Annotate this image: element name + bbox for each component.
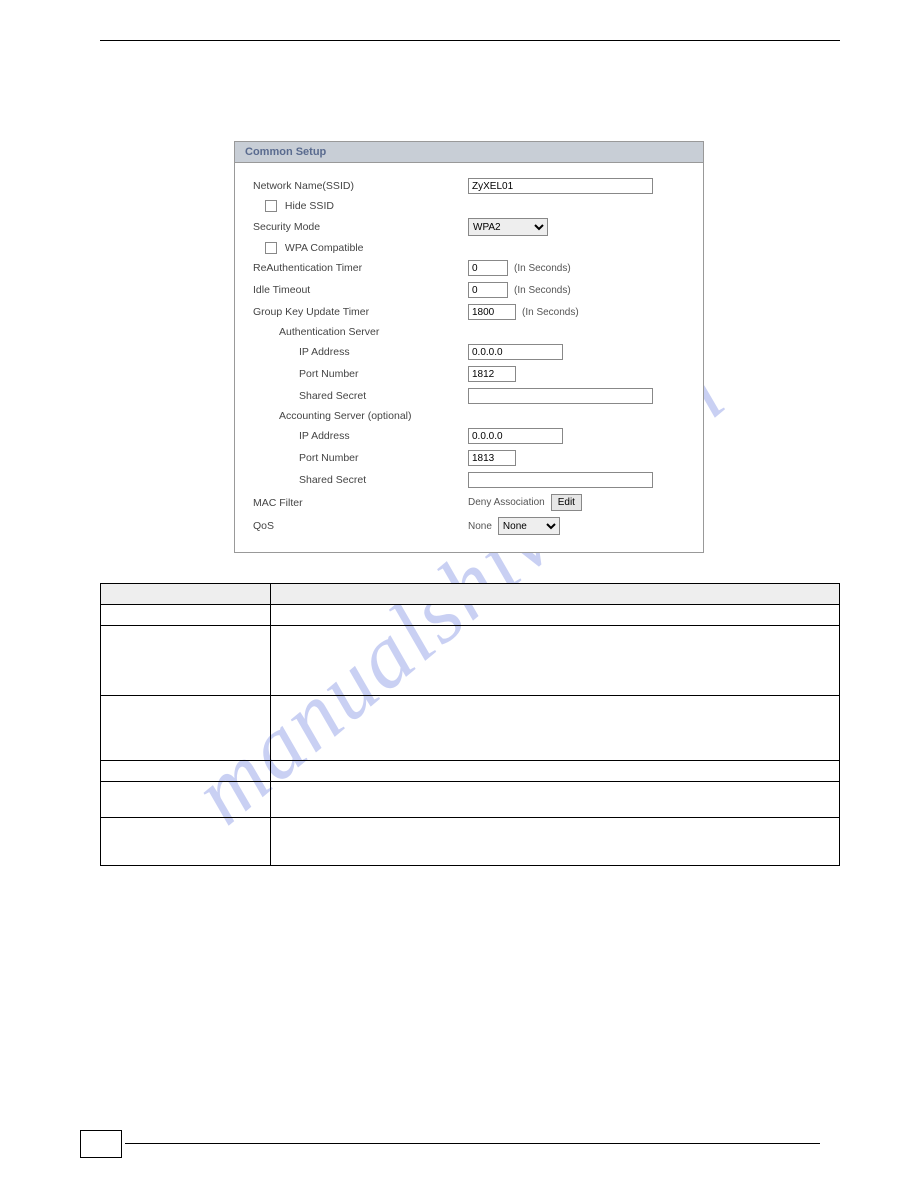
- row-acct-secret: Shared Secret: [253, 469, 685, 491]
- row-auth-secret: Shared Secret: [253, 385, 685, 407]
- acct-secret-input[interactable]: [468, 472, 653, 488]
- top-divider: [100, 40, 840, 41]
- hide-ssid-label: Hide SSID: [285, 200, 334, 212]
- wpa-compat-label: WPA Compatible: [285, 242, 364, 254]
- group-key-input[interactable]: [468, 304, 516, 320]
- row-auth-port: Port Number: [253, 363, 685, 385]
- table-header-2: [270, 584, 839, 605]
- description-table: [100, 583, 840, 866]
- table-cell: [270, 782, 839, 818]
- mac-filter-label: MAC Filter: [253, 497, 468, 509]
- auth-port-input[interactable]: [468, 366, 516, 382]
- qos-label: QoS: [253, 520, 468, 532]
- row-qos: QoS None None: [253, 514, 685, 538]
- qos-select[interactable]: None: [498, 517, 560, 535]
- auth-secret-input[interactable]: [468, 388, 653, 404]
- acct-server-label: Accounting Server (optional): [253, 410, 468, 422]
- panel-body: Network Name(SSID) Hide SSID Security Mo…: [235, 163, 703, 552]
- row-security-mode: Security Mode WPA2: [253, 215, 685, 239]
- page-content: Common Setup Network Name(SSID) Hide SSI…: [100, 141, 838, 866]
- reauth-input[interactable]: [468, 260, 508, 276]
- table-cell: [101, 696, 271, 761]
- idle-input[interactable]: [468, 282, 508, 298]
- mac-filter-value: Deny Association: [468, 497, 545, 508]
- network-name-label: Network Name(SSID): [253, 180, 468, 192]
- auth-ip-input[interactable]: [468, 344, 563, 360]
- table-cell: [101, 761, 271, 782]
- wpa-compat-checkbox[interactable]: [265, 242, 277, 254]
- bottom-divider: [125, 1143, 820, 1144]
- auth-secret-label: Shared Secret: [253, 390, 468, 402]
- auth-port-label: Port Number: [253, 368, 468, 380]
- row-reauth: ReAuthentication Timer (In Seconds): [253, 257, 685, 279]
- row-acct-server-header: Accounting Server (optional): [253, 407, 685, 425]
- table-cell: [101, 605, 271, 626]
- table-cell: [270, 605, 839, 626]
- hide-ssid-checkbox[interactable]: [265, 200, 277, 212]
- group-key-unit: (In Seconds): [522, 307, 579, 318]
- auth-ip-label: IP Address: [253, 346, 468, 358]
- common-setup-panel: Common Setup Network Name(SSID) Hide SSI…: [234, 141, 704, 553]
- row-auth-server-header: Authentication Server: [253, 323, 685, 341]
- table-row: [101, 818, 840, 866]
- panel-title: Common Setup: [235, 142, 703, 163]
- table-cell: [101, 818, 271, 866]
- edit-button[interactable]: Edit: [551, 494, 582, 511]
- acct-secret-label: Shared Secret: [253, 474, 468, 486]
- row-group-key: Group Key Update Timer (In Seconds): [253, 301, 685, 323]
- page-number-box: [80, 1130, 122, 1158]
- idle-label: Idle Timeout: [253, 284, 468, 296]
- row-acct-ip: IP Address: [253, 425, 685, 447]
- acct-ip-label: IP Address: [253, 430, 468, 442]
- table-cell: [270, 761, 839, 782]
- row-network-name: Network Name(SSID): [253, 175, 685, 197]
- table-cell: [270, 818, 839, 866]
- reauth-unit: (In Seconds): [514, 263, 571, 274]
- table-cell: [270, 626, 839, 696]
- qos-text: None: [468, 521, 492, 532]
- security-mode-label: Security Mode: [253, 221, 468, 233]
- acct-port-label: Port Number: [253, 452, 468, 464]
- row-hide-ssid: Hide SSID: [253, 197, 685, 215]
- row-auth-ip: IP Address: [253, 341, 685, 363]
- auth-server-label: Authentication Server: [253, 326, 468, 338]
- security-mode-select[interactable]: WPA2: [468, 218, 548, 236]
- table-row: [101, 605, 840, 626]
- table-row: [101, 696, 840, 761]
- reauth-label: ReAuthentication Timer: [253, 262, 468, 274]
- table-row: [101, 782, 840, 818]
- row-acct-port: Port Number: [253, 447, 685, 469]
- table-cell: [101, 782, 271, 818]
- acct-ip-input[interactable]: [468, 428, 563, 444]
- acct-port-input[interactable]: [468, 450, 516, 466]
- network-name-input[interactable]: [468, 178, 653, 194]
- table-cell: [270, 696, 839, 761]
- idle-unit: (In Seconds): [514, 285, 571, 296]
- row-wpa-compat: WPA Compatible: [253, 239, 685, 257]
- table-row: [101, 761, 840, 782]
- table-header-1: [101, 584, 271, 605]
- group-key-label: Group Key Update Timer: [253, 306, 468, 318]
- table-row: [101, 626, 840, 696]
- row-idle: Idle Timeout (In Seconds): [253, 279, 685, 301]
- table-cell: [101, 626, 271, 696]
- row-mac-filter: MAC Filter Deny Association Edit: [253, 491, 685, 514]
